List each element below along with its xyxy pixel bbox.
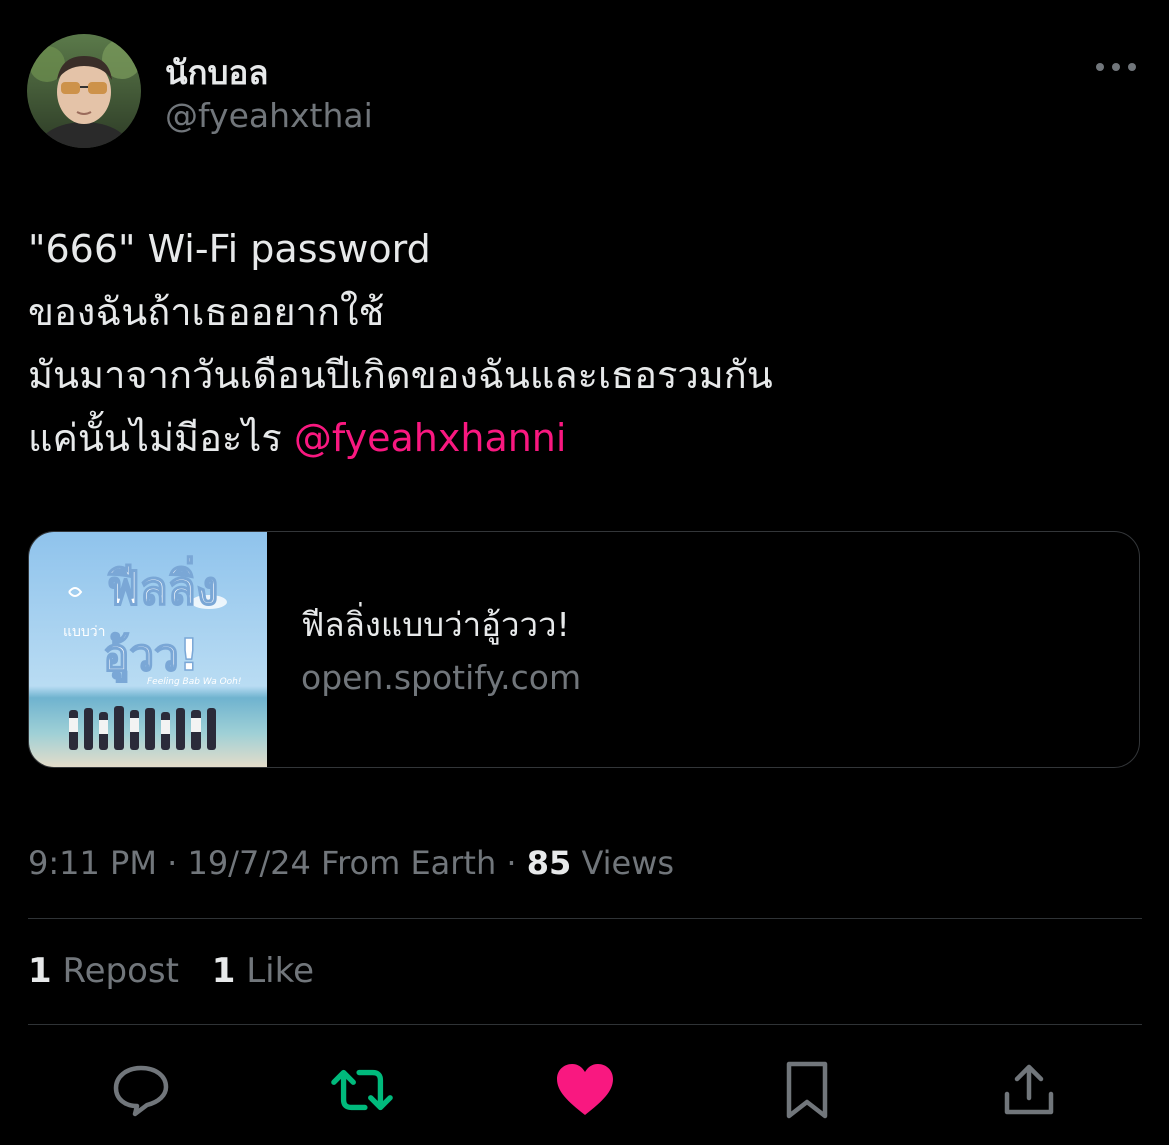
link-preview-card[interactable]: ฟีลลิ่ง แบบว่า อู้วว! Feeling Bab Wa Ooh… xyxy=(28,531,1140,768)
tweet-text: "666" Wi-Fi password ของฉันถ้าเธออยากใช้… xyxy=(28,218,773,470)
tweet-line: มันมาจากวันเดือนปีเกิดของฉันและเธอรวมกัน xyxy=(28,353,773,397)
divider xyxy=(28,918,1142,919)
heart-icon xyxy=(557,1064,613,1115)
more-dots-icon xyxy=(1096,63,1136,71)
views-count: 85 xyxy=(526,844,572,882)
retweet-icon xyxy=(331,1069,393,1111)
tweet-line: ของฉันถ้าเธออยากใช้ xyxy=(28,290,385,334)
share-icon xyxy=(1004,1064,1054,1115)
album-cover-image: ฟีลลิ่ง แบบว่า อู้วว! Feeling Bab Wa Ooh… xyxy=(29,532,267,767)
meta-separator: · xyxy=(506,844,517,882)
cover-big-text: อู้วว! xyxy=(103,630,199,682)
cover-title-text: ฟีลลิ่ง xyxy=(107,556,218,615)
card-thumbnail: ฟีลลิ่ง แบบว่า อู้วว! Feeling Bab Wa Ooh… xyxy=(29,532,267,767)
tweet-date[interactable]: 19/7/24 xyxy=(187,844,310,882)
author-handle[interactable]: @fyeahxthai xyxy=(165,96,373,135)
more-options-button[interactable] xyxy=(1090,52,1142,82)
cover-english-text: Feeling Bab Wa Ooh! xyxy=(147,677,241,687)
likes-count: 1 xyxy=(211,951,236,991)
avatar[interactable] xyxy=(27,34,141,148)
likes-stat[interactable]: 1 Like xyxy=(212,951,314,991)
bookmark-icon xyxy=(786,1061,828,1119)
bookmark-button[interactable] xyxy=(775,1058,839,1122)
tweet-line: แค่นั้นไม่มีอะไร @fyeahxhanni xyxy=(28,407,773,470)
reposts-label: Repost xyxy=(62,951,179,991)
card-title: ฟีลลิ่งแบบว่าอู้ววว! xyxy=(301,605,570,644)
tweet-time[interactable]: 9:11 PM xyxy=(28,844,157,882)
reposts-count: 1 xyxy=(28,951,52,991)
like-button[interactable] xyxy=(553,1058,617,1122)
tweet-line: "666" Wi-Fi password xyxy=(28,227,431,271)
share-button[interactable] xyxy=(997,1058,1061,1122)
cover-subtitle-text: แบบว่า xyxy=(63,624,106,640)
tweet-location: From Earth xyxy=(320,844,497,882)
likes-label: Like xyxy=(246,951,315,991)
avatar-image xyxy=(27,34,141,148)
tweet-meta: 9:11 PM · 19/7/24 From Earth · 85 Views xyxy=(28,844,674,882)
tweet-line-text: แค่นั้นไม่มีอะไร xyxy=(28,416,282,460)
views-label: Views xyxy=(581,844,675,882)
repost-button[interactable] xyxy=(330,1058,394,1122)
divider xyxy=(28,1024,1142,1025)
mention-link[interactable]: @fyeahxhanni xyxy=(294,416,567,460)
engagement-stats: 1 Repost 1 Like xyxy=(28,951,336,991)
reposts-stat[interactable]: 1 Repost xyxy=(28,951,179,991)
card-domain: open.spotify.com xyxy=(301,658,582,697)
meta-separator: · xyxy=(167,844,178,882)
author-display-name[interactable]: นักบอล xyxy=(165,46,269,99)
reply-button[interactable] xyxy=(109,1058,173,1122)
reply-icon xyxy=(113,1065,169,1117)
